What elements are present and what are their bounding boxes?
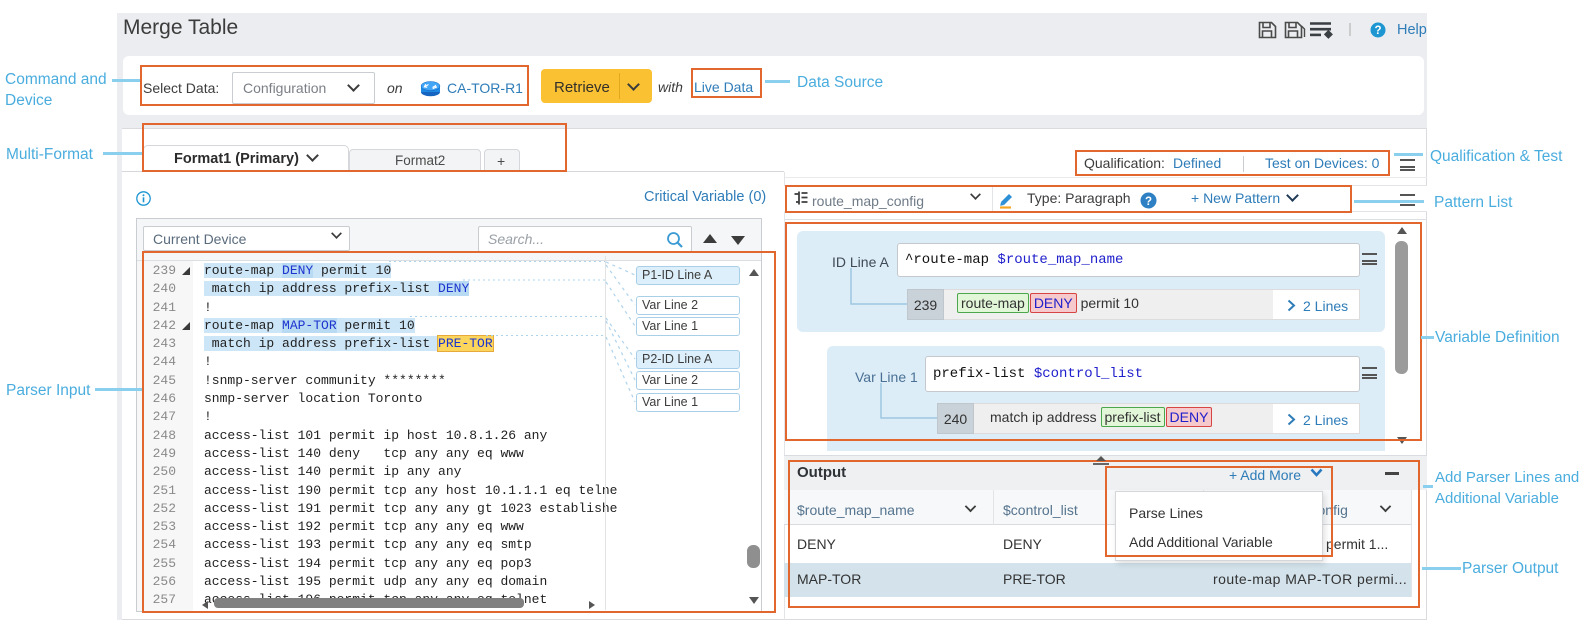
svg-text:?: ?	[1374, 25, 1381, 37]
